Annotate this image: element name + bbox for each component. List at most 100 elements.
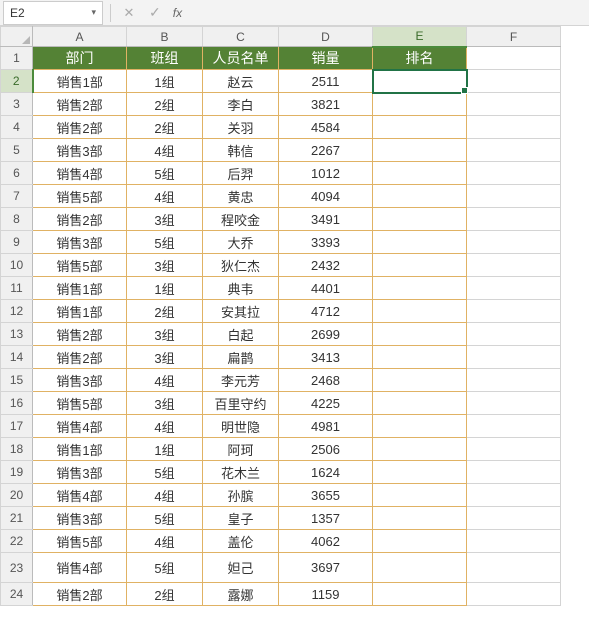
row-header[interactable]: 6: [1, 162, 33, 185]
cell-D19[interactable]: 1624: [279, 461, 373, 484]
cell-A11[interactable]: 销售1部: [33, 277, 127, 300]
cell-B17[interactable]: 4组: [127, 415, 203, 438]
cell-B18[interactable]: 1组: [127, 438, 203, 461]
cell-C17[interactable]: 明世隐: [203, 415, 279, 438]
cell-B16[interactable]: 3组: [127, 392, 203, 415]
cell-A20[interactable]: 销售4部: [33, 484, 127, 507]
cell-B20[interactable]: 4组: [127, 484, 203, 507]
cell-E17[interactable]: [373, 415, 467, 438]
cell-C24[interactable]: 露娜: [203, 583, 279, 606]
cell-D24[interactable]: 1159: [279, 583, 373, 606]
cell-F10[interactable]: [467, 254, 561, 277]
row-header[interactable]: 23: [1, 553, 33, 583]
cell-F18[interactable]: [467, 438, 561, 461]
cell-C15[interactable]: 李元芳: [203, 369, 279, 392]
cell-E21[interactable]: [373, 507, 467, 530]
spreadsheet-grid[interactable]: ABCDEF1部门班组人员名单销量排名2销售1部1组赵云25113销售2部2组李…: [0, 26, 561, 606]
cell-F6[interactable]: [467, 162, 561, 185]
cell-B7[interactable]: 4组: [127, 185, 203, 208]
cell-C7[interactable]: 黄忠: [203, 185, 279, 208]
cell-C23[interactable]: 妲己: [203, 553, 279, 583]
cell-C18[interactable]: 阿珂: [203, 438, 279, 461]
row-header[interactable]: 9: [1, 231, 33, 254]
cell-D18[interactable]: 2506: [279, 438, 373, 461]
column-header-B[interactable]: B: [127, 27, 203, 47]
cell-A9[interactable]: 销售3部: [33, 231, 127, 254]
cell-B10[interactable]: 3组: [127, 254, 203, 277]
cell-D21[interactable]: 1357: [279, 507, 373, 530]
cell-F16[interactable]: [467, 392, 561, 415]
cell-E20[interactable]: [373, 484, 467, 507]
cell-B4[interactable]: 2组: [127, 116, 203, 139]
cell-D16[interactable]: 4225: [279, 392, 373, 415]
row-header[interactable]: 20: [1, 484, 33, 507]
cell-A13[interactable]: 销售2部: [33, 323, 127, 346]
cell-F24[interactable]: [467, 583, 561, 606]
cell-C4[interactable]: 关羽: [203, 116, 279, 139]
cell-A8[interactable]: 销售2部: [33, 208, 127, 231]
row-header[interactable]: 1: [1, 47, 33, 70]
cancel-icon[interactable]: ✕: [121, 5, 137, 21]
cell-D2[interactable]: 2511: [279, 70, 373, 93]
cell-D5[interactable]: 2267: [279, 139, 373, 162]
row-header[interactable]: 10: [1, 254, 33, 277]
cell-D20[interactable]: 3655: [279, 484, 373, 507]
cell-E10[interactable]: [373, 254, 467, 277]
cell-C14[interactable]: 扁鹊: [203, 346, 279, 369]
cell-A23[interactable]: 销售4部: [33, 553, 127, 583]
enter-icon[interactable]: ✓: [149, 4, 161, 21]
cell-D13[interactable]: 2699: [279, 323, 373, 346]
cell-D17[interactable]: 4981: [279, 415, 373, 438]
cell-F19[interactable]: [467, 461, 561, 484]
cell-D6[interactable]: 1012: [279, 162, 373, 185]
row-header[interactable]: 17: [1, 415, 33, 438]
row-header[interactable]: 21: [1, 507, 33, 530]
row-header[interactable]: 16: [1, 392, 33, 415]
cell-D14[interactable]: 3413: [279, 346, 373, 369]
cell-E6[interactable]: [373, 162, 467, 185]
cell-C12[interactable]: 安其拉: [203, 300, 279, 323]
cell-C19[interactable]: 花木兰: [203, 461, 279, 484]
cell-A22[interactable]: 销售5部: [33, 530, 127, 553]
cell-E9[interactable]: [373, 231, 467, 254]
select-all-corner[interactable]: [1, 27, 33, 47]
row-header[interactable]: 19: [1, 461, 33, 484]
cell-D10[interactable]: 2432: [279, 254, 373, 277]
cell-A17[interactable]: 销售4部: [33, 415, 127, 438]
row-header[interactable]: 15: [1, 369, 33, 392]
chevron-down-icon[interactable]: ▾: [91, 7, 96, 18]
cell-E16[interactable]: [373, 392, 467, 415]
cell-F13[interactable]: [467, 323, 561, 346]
cell-B19[interactable]: 5组: [127, 461, 203, 484]
row-header[interactable]: 3: [1, 93, 33, 116]
cell-A14[interactable]: 销售2部: [33, 346, 127, 369]
cell-F14[interactable]: [467, 346, 561, 369]
cell-F15[interactable]: [467, 369, 561, 392]
cell-B6[interactable]: 5组: [127, 162, 203, 185]
cell-F5[interactable]: [467, 139, 561, 162]
cell-B24[interactable]: 2组: [127, 583, 203, 606]
cell-C20[interactable]: 孙膑: [203, 484, 279, 507]
cell-D9[interactable]: 3393: [279, 231, 373, 254]
row-header[interactable]: 7: [1, 185, 33, 208]
row-header[interactable]: 4: [1, 116, 33, 139]
cell-A4[interactable]: 销售2部: [33, 116, 127, 139]
cell-B22[interactable]: 4组: [127, 530, 203, 553]
cell-E2[interactable]: [373, 70, 467, 93]
cell-C21[interactable]: 皇子: [203, 507, 279, 530]
column-header-F[interactable]: F: [467, 27, 561, 47]
cell-C22[interactable]: 盖伦: [203, 530, 279, 553]
row-header[interactable]: 13: [1, 323, 33, 346]
cell-E12[interactable]: [373, 300, 467, 323]
cell-D12[interactable]: 4712: [279, 300, 373, 323]
cell-A16[interactable]: 销售5部: [33, 392, 127, 415]
cell-A24[interactable]: 销售2部: [33, 583, 127, 606]
row-header[interactable]: 11: [1, 277, 33, 300]
cell-F1[interactable]: [467, 47, 561, 70]
cell-D3[interactable]: 3821: [279, 93, 373, 116]
cell-A18[interactable]: 销售1部: [33, 438, 127, 461]
cell-D23[interactable]: 3697: [279, 553, 373, 583]
row-header[interactable]: 12: [1, 300, 33, 323]
cell-A21[interactable]: 销售3部: [33, 507, 127, 530]
cell-C3[interactable]: 李白: [203, 93, 279, 116]
